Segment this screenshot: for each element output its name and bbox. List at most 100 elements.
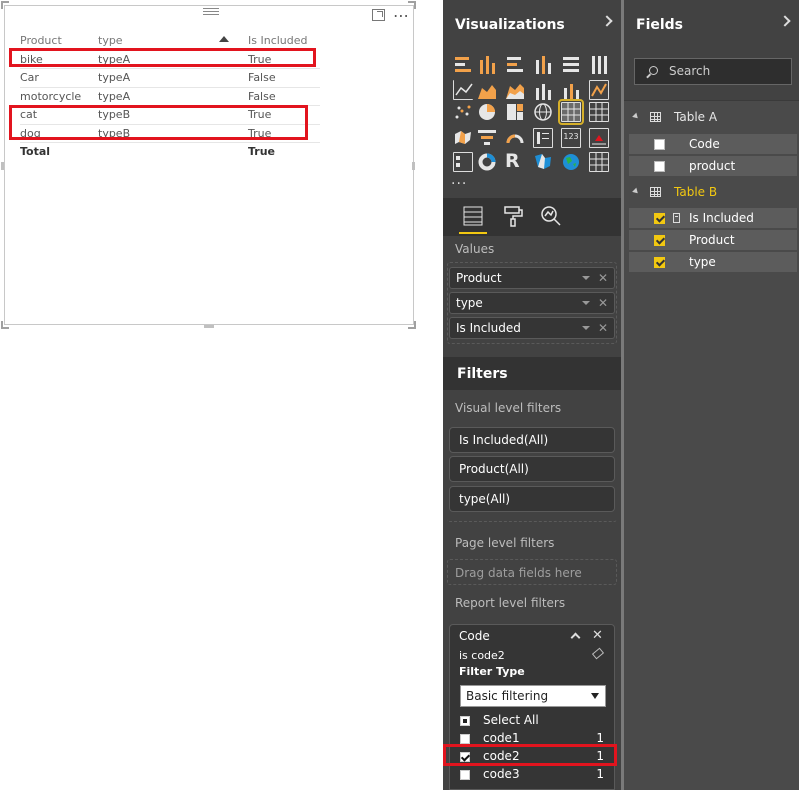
field-name: Code xyxy=(689,137,720,151)
line-chart-icon[interactable] xyxy=(453,80,473,100)
scatter-chart-icon[interactable] xyxy=(453,102,473,122)
option-code3[interactable]: code3 1 xyxy=(460,767,606,783)
resize-handle-top-right[interactable] xyxy=(408,1,416,9)
field-checkbox[interactable] xyxy=(654,139,665,150)
resize-handle-bottom[interactable] xyxy=(204,325,214,328)
collapse-chevron-up-icon[interactable] xyxy=(570,632,581,643)
select-all-checkbox[interactable] xyxy=(460,716,470,726)
map-icon[interactable] xyxy=(533,102,553,122)
option-checkbox[interactable] xyxy=(460,770,470,780)
values-well-product[interactable]: Product ✕ xyxy=(449,267,615,289)
cell-product: Car xyxy=(20,71,39,84)
100-stacked-column-icon[interactable] xyxy=(589,54,609,74)
table-grid-custom-icon[interactable] xyxy=(589,152,609,172)
line-and-stacked-column-icon[interactable] xyxy=(533,80,553,100)
matrix-icon[interactable] xyxy=(589,102,609,122)
cell-type: typeA xyxy=(98,71,131,84)
multi-row-card-icon[interactable] xyxy=(533,128,553,148)
fields-header-area xyxy=(624,0,799,100)
field-checkbox[interactable] xyxy=(654,257,665,268)
field-code[interactable]: Code xyxy=(629,134,797,154)
r-script-visual-icon[interactable]: R xyxy=(505,150,525,172)
filled-map-icon[interactable] xyxy=(453,128,473,148)
dropdown-arrow-icon[interactable] xyxy=(582,326,590,330)
highlight-box-cat-dog xyxy=(9,105,308,140)
remove-field-icon[interactable]: ✕ xyxy=(598,293,608,313)
field-type[interactable]: type xyxy=(629,252,797,272)
clear-filter-eraser-icon[interactable] xyxy=(591,647,605,660)
card-icon[interactable]: 123 xyxy=(561,128,581,148)
tab-analytics-magnifier-icon[interactable] xyxy=(539,204,563,228)
sort-ascending-icon[interactable] xyxy=(219,36,229,42)
field-is-included[interactable]: Is Included xyxy=(629,208,797,228)
clustered-column-chart-icon[interactable] xyxy=(533,54,553,74)
field-checkbox[interactable] xyxy=(654,161,665,172)
drag-grip-icon[interactable] xyxy=(203,8,219,16)
option-checkbox[interactable] xyxy=(460,734,470,744)
remove-field-icon[interactable]: ✕ xyxy=(598,268,608,288)
page-level-filters-label: Page level filters xyxy=(455,536,555,550)
stacked-column-chart-icon[interactable] xyxy=(477,54,497,74)
option-select-all[interactable]: Select All xyxy=(460,713,606,729)
field-product-a[interactable]: product xyxy=(629,156,797,176)
table-icon xyxy=(650,112,661,122)
select-arrow-icon xyxy=(591,693,599,699)
table-icon xyxy=(650,187,661,197)
tab-fields-icon[interactable] xyxy=(459,204,487,234)
remove-field-icon[interactable]: ✕ xyxy=(598,318,608,338)
values-well-is-included[interactable]: Is Included ✕ xyxy=(449,317,615,339)
field-checkbox[interactable] xyxy=(654,235,665,246)
100-stacked-bar-icon[interactable] xyxy=(561,54,581,74)
slicer-icon[interactable] xyxy=(453,152,473,172)
field-checkbox[interactable] xyxy=(654,213,665,224)
stacked-bar-chart-icon[interactable] xyxy=(453,54,473,74)
calculated-column-icon xyxy=(673,213,680,223)
remove-filter-icon[interactable]: ✕ xyxy=(592,628,603,643)
collapse-chevron-icon[interactable] xyxy=(601,15,613,27)
pie-chart-icon[interactable] xyxy=(477,102,497,122)
filters-header: Filters xyxy=(443,357,621,390)
gauge-icon[interactable] xyxy=(505,128,525,148)
focus-mode-icon[interactable] xyxy=(372,9,385,21)
option-count: 1 xyxy=(596,731,604,745)
option-label: Select All xyxy=(483,713,539,727)
resize-handle-bottom-left[interactable] xyxy=(1,321,9,329)
table-node-table-a[interactable]: Table A xyxy=(624,107,799,127)
table-row: motorcycle typeA False xyxy=(20,88,320,106)
shape-map-icon[interactable] xyxy=(533,152,553,172)
table-visual-icon[interactable] xyxy=(558,99,584,125)
line-and-clustered-column-icon[interactable] xyxy=(561,80,581,100)
resize-handle-top-left[interactable] xyxy=(1,1,9,9)
field-product-b[interactable]: Product xyxy=(629,230,797,250)
resize-handle-left[interactable] xyxy=(1,162,4,170)
resize-handle-right[interactable] xyxy=(412,162,415,170)
table-visual[interactable]: ⋯ Product type Is Included bike typeA Tr… xyxy=(4,5,414,325)
expand-triangle-icon[interactable] xyxy=(632,187,640,196)
visualizations-title: Visualizations xyxy=(455,17,565,33)
values-well-type[interactable]: type ✕ xyxy=(449,292,615,314)
kpi-icon[interactable] xyxy=(589,128,609,148)
globe-map-icon[interactable] xyxy=(561,152,581,172)
tab-format-paint-roller-icon[interactable] xyxy=(501,204,525,228)
fields-search-input[interactable]: Search xyxy=(634,58,792,85)
resize-handle-bottom-right[interactable] xyxy=(408,321,416,329)
option-label: code1 xyxy=(483,731,520,745)
donut-chart-icon[interactable] xyxy=(477,152,497,172)
filter-type-value: Basic filtering xyxy=(466,689,549,703)
pane-gap xyxy=(417,0,443,790)
highlight-box-code2 xyxy=(443,744,617,766)
filter-type-select[interactable]: Basic filtering xyxy=(460,685,606,707)
clustered-bar-chart-icon[interactable] xyxy=(505,54,525,74)
stacked-area-chart-icon[interactable] xyxy=(505,80,525,100)
area-chart-icon[interactable] xyxy=(477,80,497,100)
table-node-table-b[interactable]: Table B xyxy=(624,182,799,202)
visual-level-drop-border xyxy=(447,422,617,522)
ribbon-chart-icon[interactable] xyxy=(589,80,609,100)
expand-triangle-icon[interactable] xyxy=(632,112,640,121)
option-label: code3 xyxy=(483,767,520,781)
dropdown-arrow-icon[interactable] xyxy=(582,301,590,305)
more-visuals-icon[interactable]: ... xyxy=(451,172,467,188)
treemap-icon[interactable] xyxy=(505,102,525,122)
dropdown-arrow-icon[interactable] xyxy=(582,276,590,280)
funnel-icon[interactable] xyxy=(477,128,497,148)
